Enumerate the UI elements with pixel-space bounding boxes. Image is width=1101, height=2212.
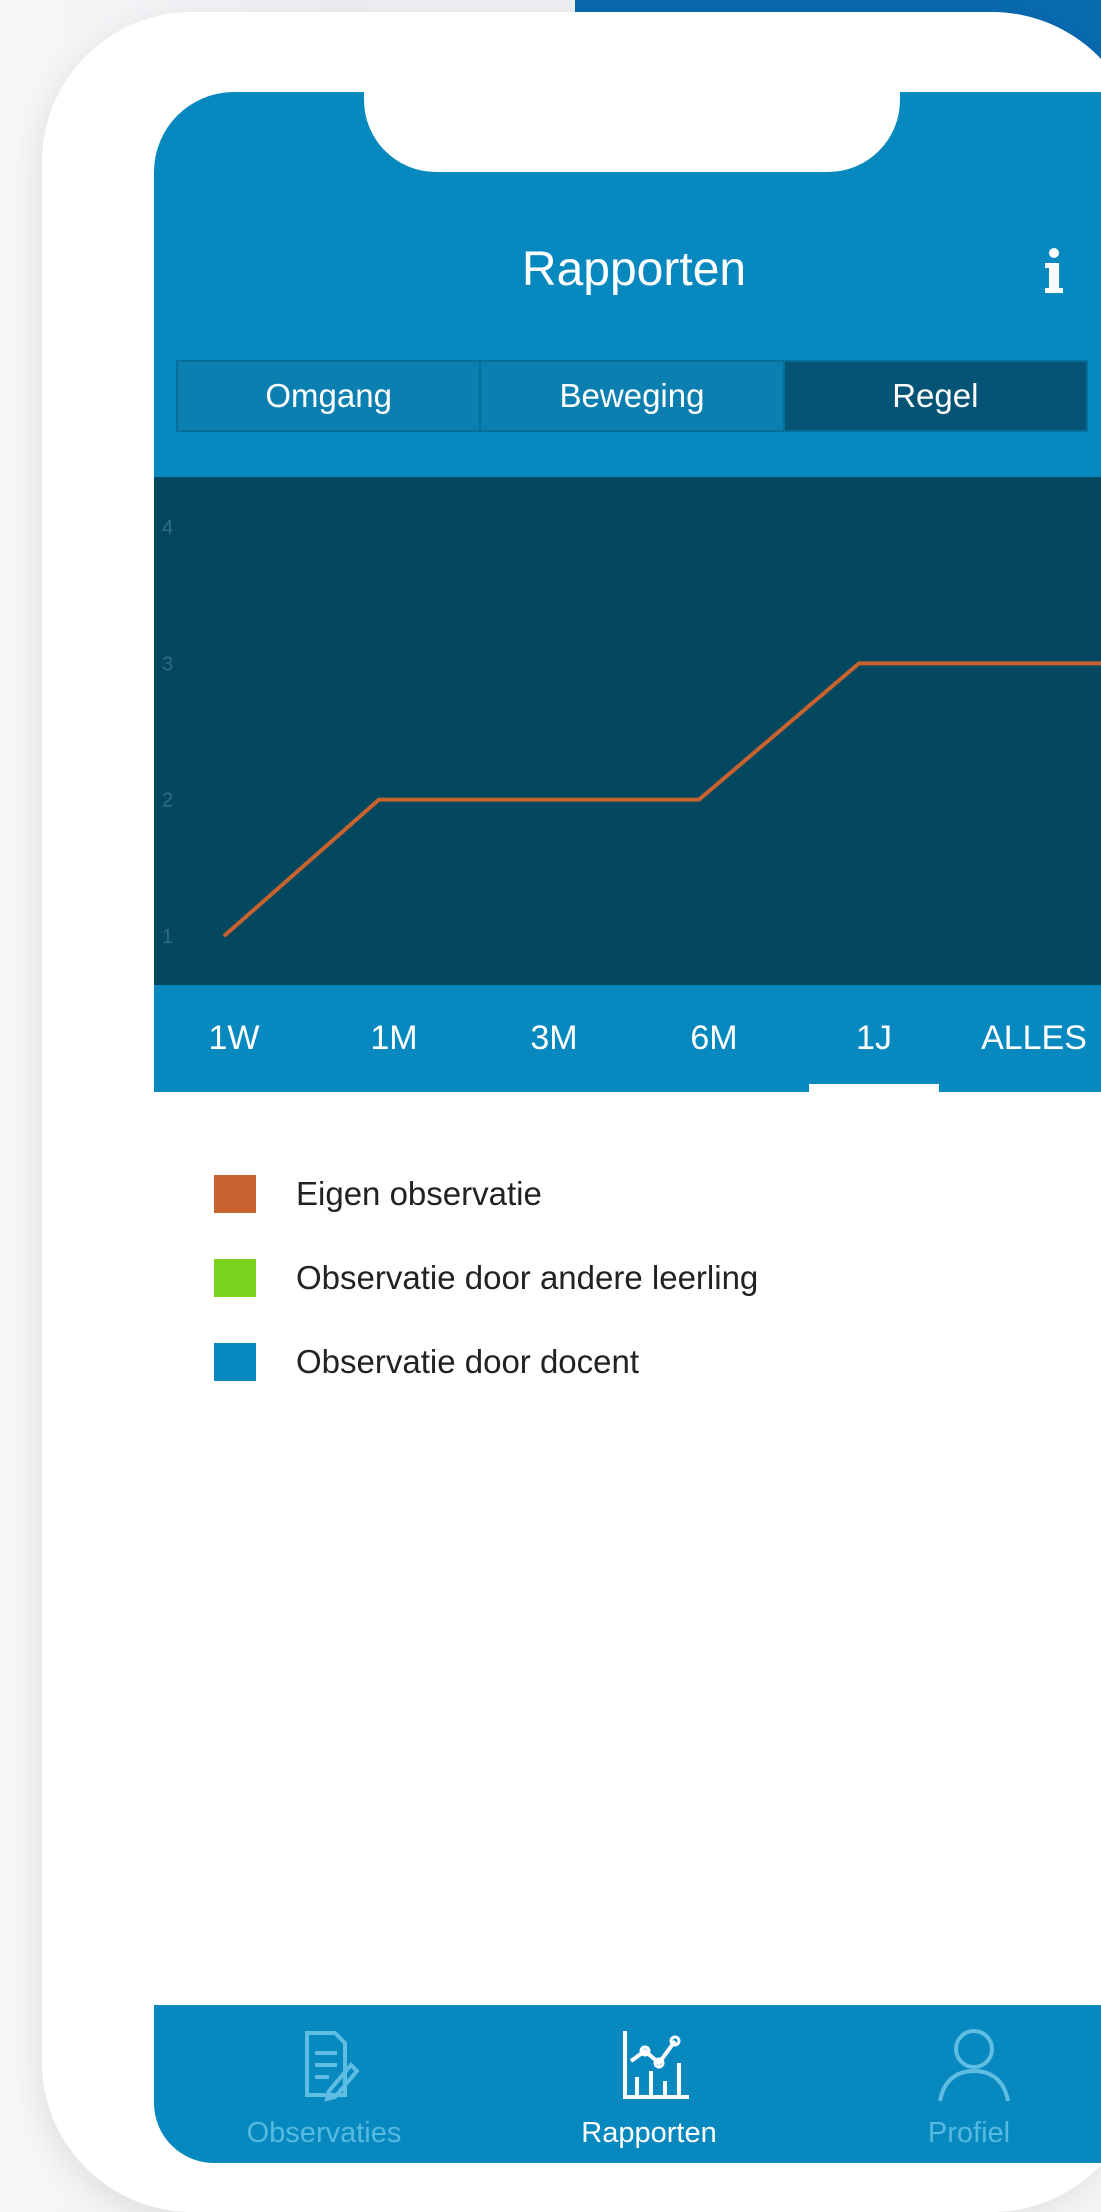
- range-label: 1M: [370, 1019, 418, 1057]
- tab-label: Observaties: [246, 2117, 402, 2149]
- document-edit-icon: [305, 2031, 359, 2102]
- range-6m[interactable]: 6M: [634, 985, 794, 1092]
- segment-label: Regel: [892, 377, 979, 414]
- segment-regel[interactable]: Regel: [784, 362, 1086, 430]
- legend-label: Observatie door andere leerling: [296, 1259, 759, 1296]
- device-notch: [364, 92, 900, 172]
- y-tick-label: 3: [162, 653, 173, 675]
- range-label: ALLES: [981, 1019, 1087, 1057]
- bottom-tab-bar: Observaties Rapporten Profiel: [154, 2005, 1101, 2163]
- person-icon: [938, 2029, 1010, 2102]
- range-label: 6M: [690, 1019, 738, 1057]
- range-alles[interactable]: ALLES: [954, 985, 1101, 1092]
- time-range-selector: 1W 1M 3M 6M 1J ALLES: [154, 985, 1101, 1092]
- legend-label: Observatie door docent: [296, 1343, 640, 1380]
- legend-item: Observatie door andere leerling: [214, 1236, 758, 1320]
- range-3m[interactable]: 3M: [474, 985, 634, 1092]
- phone-frame: Rapporten Omgang Beweging Regel 1 2 3 4 1…: [42, 12, 1101, 2212]
- legend-label: Eigen observatie: [296, 1175, 542, 1212]
- range-1m[interactable]: 1M: [314, 985, 474, 1092]
- y-tick-label: 4: [162, 517, 173, 539]
- tab-profiel[interactable]: Profiel: [819, 2005, 1101, 2163]
- legend-item: Eigen observatie: [214, 1152, 758, 1236]
- chart-canvas: 1 2 3 4: [162, 517, 1101, 948]
- chart-legend: Eigen observatie Observatie door andere …: [214, 1152, 758, 1404]
- app-screen: Rapporten Omgang Beweging Regel 1 2 3 4 1…: [154, 92, 1101, 2163]
- y-tick-label: 2: [162, 790, 173, 812]
- page-title: Rapporten: [521, 243, 747, 296]
- tab-observaties[interactable]: Observaties: [174, 2005, 474, 2163]
- legend-swatch-leerling: [214, 1259, 256, 1297]
- tab-label: Rapporten: [581, 2117, 717, 2149]
- legend-item: Observatie door docent: [214, 1320, 758, 1404]
- line-chart: 1 2 3 4: [154, 477, 1101, 985]
- range-1w[interactable]: 1W: [154, 985, 314, 1092]
- range-label: 3M: [530, 1019, 578, 1057]
- range-1j[interactable]: 1J: [794, 985, 954, 1092]
- tab-label: Profiel: [927, 2117, 1011, 2149]
- chart-icon: [623, 2031, 689, 2099]
- segment-beweging[interactable]: Beweging: [481, 362, 785, 430]
- y-tick-label: 1: [162, 926, 173, 948]
- segment-omgang[interactable]: Omgang: [178, 362, 482, 430]
- range-label: 1W: [208, 1019, 260, 1057]
- category-segmented-control: Omgang Beweging Regel: [176, 360, 1088, 432]
- legend-swatch-eigen: [214, 1175, 256, 1213]
- range-label: 1J: [856, 1019, 892, 1057]
- segment-label: Beweging: [559, 377, 705, 414]
- legend-swatch-docent: [214, 1343, 256, 1381]
- segment-label: Omgang: [265, 377, 392, 414]
- tab-rapporten[interactable]: Rapporten: [499, 2005, 799, 2163]
- series-line: [222, 661, 1101, 938]
- info-icon[interactable]: [1034, 247, 1074, 297]
